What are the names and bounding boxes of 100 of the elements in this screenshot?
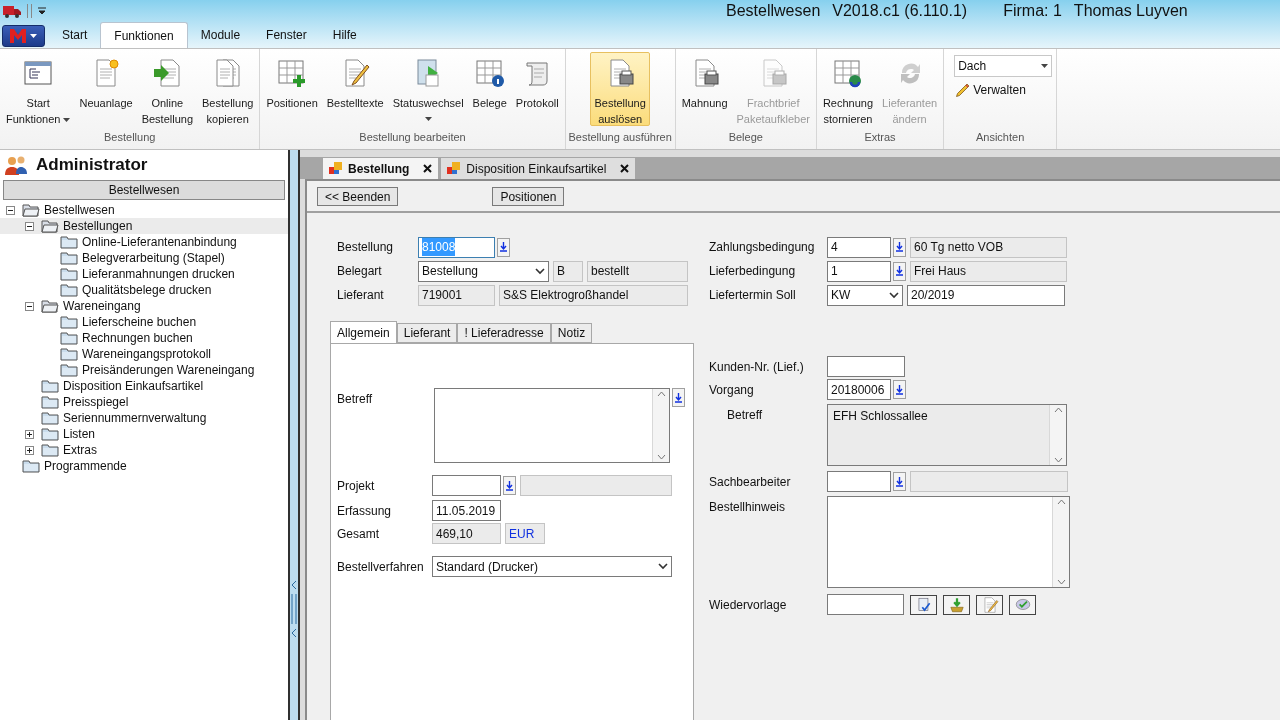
user-name: Thomas Luyven [1073, 1, 1188, 21]
view-dropdown[interactable]: Dach [954, 55, 1053, 77]
ribbon-button[interactable]: Mahnung [677, 52, 732, 126]
scroll-down-icon[interactable] [1053, 457, 1063, 463]
tool-button[interactable] [1009, 594, 1036, 615]
tree-item[interactable]: Lieferanmahnungen drucken [0, 266, 288, 282]
tree-item[interactable]: Programmende [0, 458, 288, 474]
tool-button[interactable] [910, 594, 937, 615]
chevron-left-icon[interactable] [291, 580, 297, 590]
tree-item[interactable]: Preisspiegel [0, 394, 288, 410]
lookup-button[interactable] [672, 388, 685, 407]
scroll-down-icon[interactable] [656, 454, 666, 460]
tool-button[interactable] [976, 594, 1003, 615]
scrollbar[interactable] [1049, 405, 1066, 465]
lookup-button[interactable] [503, 476, 516, 495]
expand-icon[interactable] [25, 429, 34, 439]
input-field[interactable] [432, 475, 501, 496]
chevron-left-icon[interactable] [291, 628, 297, 638]
ribbon-button[interactable]: Start Funktionen [2, 52, 75, 126]
lookup-button[interactable] [893, 261, 906, 281]
tool-button[interactable] [943, 594, 970, 615]
menu-tab[interactable]: Hilfe [319, 22, 370, 48]
close-icon[interactable] [423, 164, 433, 173]
text-area[interactable] [434, 388, 670, 463]
scrollbar[interactable] [652, 389, 669, 462]
lookup-button[interactable] [497, 237, 510, 257]
app-menu-button[interactable] [2, 25, 45, 47]
field-label: Bestellhinweis [709, 499, 787, 516]
scroll-up-icon[interactable] [656, 391, 666, 397]
input-field[interactable] [827, 356, 905, 377]
ribbon-button[interactable]: Statuswechsel [388, 52, 468, 126]
ribbon-button[interactable]: Positionen [262, 52, 322, 126]
ribbon-button[interactable]: Protokoll [511, 52, 563, 126]
grip-icon[interactable] [291, 594, 297, 624]
scroll-down-icon[interactable] [1056, 579, 1066, 585]
menu-tab[interactable]: Start [49, 22, 101, 48]
lookup-button[interactable] [893, 237, 906, 257]
tree-item[interactable]: Qualitätsbelege drucken [0, 282, 288, 298]
open-folder-icon [22, 203, 40, 217]
input-field[interactable] [827, 594, 904, 615]
document-tab[interactable]: Disposition Einkaufsartikel [441, 158, 636, 179]
tree-item[interactable]: Bestellungen [0, 218, 288, 234]
tree-item[interactable]: Belegverarbeitung (Stapel) [0, 250, 288, 266]
collapse-icon[interactable] [6, 205, 15, 215]
text-area[interactable] [827, 496, 1070, 588]
ribbon-button[interactable]: Bestelltexte [322, 52, 388, 126]
close-icon[interactable] [620, 164, 630, 173]
tree-item[interactable]: Online-Lieferantenanbindung [0, 234, 288, 250]
scrollbar[interactable] [1052, 497, 1069, 587]
form-tab[interactable]: Allgemein [330, 321, 397, 343]
form-tab[interactable]: Lieferant [396, 323, 458, 343]
download-arrow-icon [896, 266, 903, 276]
tree-item[interactable]: Rechnungen buchen [0, 330, 288, 346]
tree-item[interactable]: Seriennummernverwaltung [0, 410, 288, 426]
ribbon-button[interactable]: Belege [468, 52, 511, 126]
folder-icon [60, 363, 78, 377]
menu-tab[interactable]: Module [187, 22, 254, 48]
collapse-icon[interactable] [25, 221, 34, 231]
tree-item[interactable]: Disposition Einkaufsartikel [0, 378, 288, 394]
input-field[interactable]: 20/2019 [907, 284, 1065, 306]
ribbon-button[interactable]: Online Bestellung [137, 52, 198, 126]
tree-item[interactable]: Listen [0, 426, 288, 442]
manage-button[interactable]: Verwalten [954, 81, 1026, 99]
expand-icon[interactable] [25, 445, 34, 455]
ribbon-button[interactable]: Bestellung kopieren [198, 52, 258, 126]
menu-tab[interactable]: Funktionen [100, 22, 188, 48]
quick-access-caret-icon[interactable] [38, 7, 46, 15]
collapse-icon[interactable] [25, 301, 34, 311]
document-tab[interactable]: Bestellung [323, 158, 439, 179]
dropdown[interactable]: Bestellung [418, 260, 549, 282]
grid-info-icon [473, 57, 506, 89]
scroll-up-icon[interactable] [1053, 407, 1063, 413]
form-tab[interactable]: ! Lieferadresse [457, 323, 551, 343]
tree-item[interactable]: Preisänderungen Wareneingang [0, 362, 288, 378]
input-field[interactable]: 11.05.2019 [432, 500, 501, 521]
input-field[interactable]: 1 [827, 260, 891, 282]
section-header[interactable]: Bestellwesen [3, 180, 285, 200]
ribbon-button[interactable]: Rechnung stornieren [818, 52, 878, 126]
splitter-bar[interactable] [288, 150, 300, 720]
ribbon-button[interactable]: Bestellung auslösen [590, 52, 650, 126]
tree-item[interactable]: Lieferscheine buchen [0, 314, 288, 330]
tree-item[interactable]: Wareneingangsprotokoll [0, 346, 288, 362]
tree-item[interactable]: Wareneingang [0, 298, 288, 314]
input-field[interactable]: 20180006 [827, 379, 891, 400]
readonly-field: bestellt [587, 260, 688, 282]
form-tab[interactable]: Notiz [550, 323, 593, 343]
field-label: Lieferant [337, 287, 385, 304]
menu-tab[interactable]: Fenster [253, 22, 320, 48]
dropdown[interactable]: Standard (Drucker) [432, 556, 672, 577]
toolbar-button[interactable]: Positionen [492, 186, 565, 206]
input-field[interactable]: 4 [827, 236, 891, 258]
input-field[interactable] [827, 471, 891, 492]
scroll-up-icon[interactable] [1056, 499, 1066, 505]
toolbar-button[interactable]: << Beenden [317, 186, 399, 206]
tree-item[interactable]: Bestellwesen [0, 202, 288, 218]
lookup-button[interactable] [893, 472, 906, 491]
lookup-button[interactable] [893, 380, 906, 399]
ribbon-button[interactable]: Neuanlage [75, 52, 137, 126]
dropdown[interactable]: KW [827, 284, 903, 306]
tree-item[interactable]: Extras [0, 442, 288, 458]
